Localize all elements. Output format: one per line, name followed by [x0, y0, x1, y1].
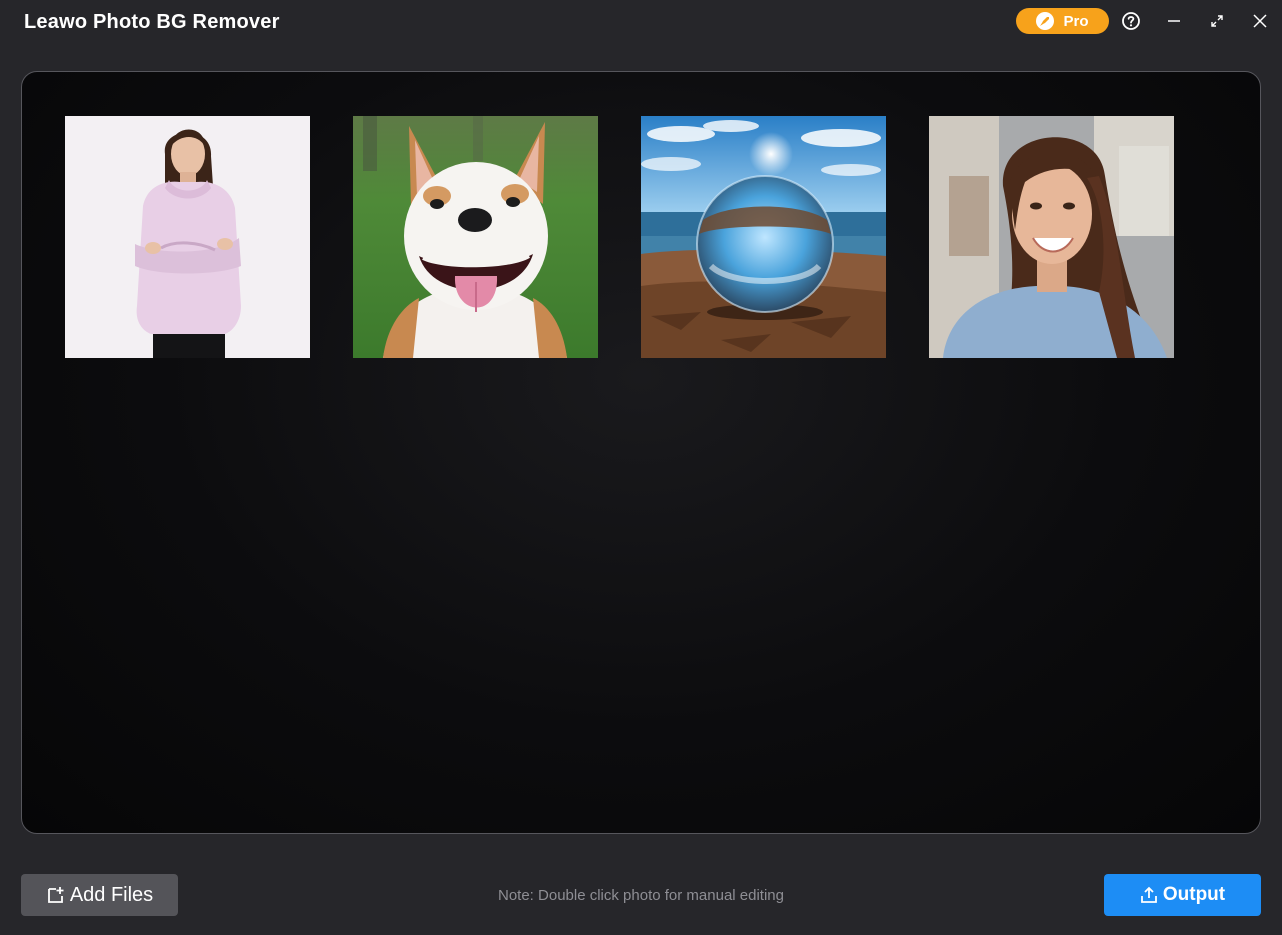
pro-button[interactable]: Pro	[1016, 8, 1109, 34]
minimize-button[interactable]	[1160, 8, 1188, 34]
app-title: Leawo Photo BG Remover	[24, 11, 280, 33]
export-icon	[1140, 886, 1157, 903]
output-button[interactable]: Output	[1104, 874, 1261, 916]
photo-thumbnail-crystal-ball[interactable]	[641, 116, 886, 358]
close-button[interactable]	[1246, 8, 1274, 34]
editing-note: Note: Double click photo for manual edit…	[498, 887, 784, 904]
pro-label: Pro	[1063, 12, 1089, 30]
maximize-button[interactable]	[1203, 8, 1231, 34]
title-bar: Leawo Photo BG Remover Pro	[0, 0, 1282, 46]
minimize-icon	[1168, 20, 1180, 22]
rocket-icon	[1036, 12, 1055, 30]
help-button[interactable]	[1117, 8, 1145, 34]
photo-thumbnail-woman-hoodie[interactable]	[65, 116, 310, 358]
photo-thumbnail-dog[interactable]	[353, 116, 598, 358]
maximize-icon	[1211, 15, 1223, 27]
photo-canvas[interactable]	[21, 71, 1261, 834]
help-icon	[1122, 12, 1140, 30]
close-icon	[1253, 14, 1267, 28]
photo-thumbnail-woman-portrait[interactable]	[929, 116, 1174, 358]
output-label: Output	[1162, 884, 1226, 905]
